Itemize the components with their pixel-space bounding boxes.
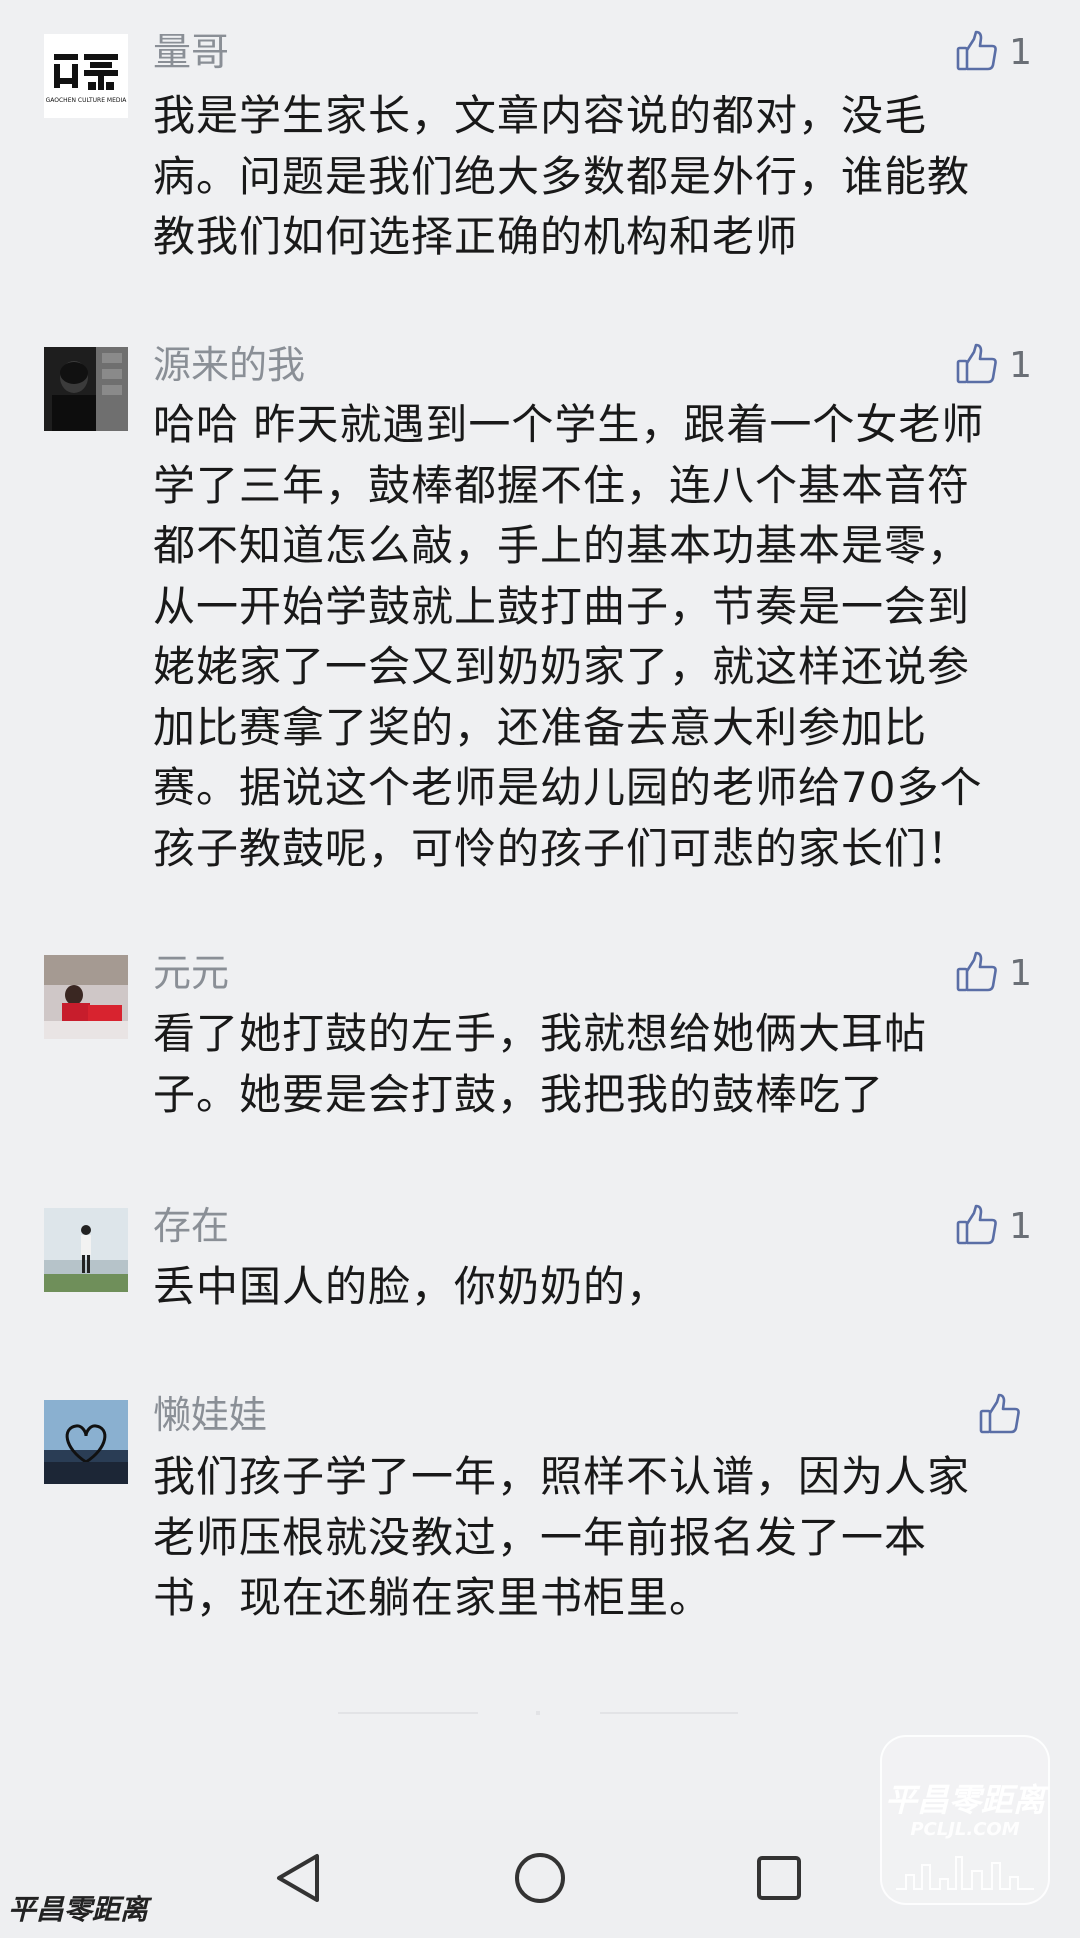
- comment-line: 加比赛拿了奖的，还准备去意大利参加比: [153, 702, 928, 752]
- comment-text: 我们孩子学了一年，照样不认谱，因为人家 老师压根就没教过，一年前报名发了一本 书…: [153, 1447, 1033, 1629]
- comment-username[interactable]: 元元: [153, 951, 229, 995]
- watermark-skyline-icon: [896, 1856, 1034, 1890]
- like-button[interactable]: 1: [955, 1203, 1032, 1251]
- recents-square-icon: [755, 1854, 803, 1906]
- back-button[interactable]: [259, 1840, 339, 1920]
- comment-line: 病。问题是我们绝大多数都是外行，谁能教: [153, 151, 971, 201]
- home-circle-icon: [512, 1850, 568, 1910]
- like-button[interactable]: [978, 1392, 1032, 1440]
- watermark-logo: 平昌零距离 PCLJL.COM: [880, 1735, 1050, 1905]
- comment-line: 姥姥家了一会又到奶奶家了，就这样还说参: [153, 642, 971, 691]
- comment-line: 子。她要是会打鼓，我把我的鼓棒吃了: [153, 1069, 885, 1119]
- comment-line: 都不知道怎么敲，手上的基本功基本是零，: [153, 521, 971, 570]
- avatar-logo-text: GAOCHEN CULTURE MEDIA: [46, 97, 128, 104]
- comment-line: 赛。据说这个老师是幼儿园的老师给70多个: [153, 763, 983, 812]
- comment-line: 我们孩子学了一年，照样不认谱，因为人家: [153, 1452, 971, 1501]
- avatar[interactable]: GAOCHEN CULTURE MEDIA: [44, 34, 128, 118]
- comment-line: 孩子教鼓呢，可怜的孩子们可悲的家长们！: [153, 823, 971, 873]
- comment-line: 从一开始学鼓就上鼓打曲子，节奏是一会到: [153, 581, 971, 631]
- comment-line: 书，现在还躺在家里书柜里。: [153, 1573, 713, 1622]
- comment-username[interactable]: 懒娃娃: [153, 1393, 267, 1437]
- avatar[interactable]: [44, 955, 128, 1039]
- thumbs-up-icon: [955, 29, 999, 77]
- comment-username[interactable]: 源来的我: [153, 343, 305, 387]
- like-button[interactable]: 1: [955, 342, 1032, 390]
- comment-text: 看了她打鼓的左手，我就想给她俩大耳帖 子。她要是会打鼓，我把我的鼓棒吃了: [153, 1004, 1033, 1125]
- comment-text: 我是学生家长，文章内容说的都对，没毛 病。问题是我们绝大多数都是外行，谁能教 教…: [153, 86, 1033, 268]
- comment-text: 哈哈 昨天就遇到一个学生，跟着一个女老师 学了三年，鼓棒都握不住，连八个基本音符…: [153, 395, 1033, 879]
- comment-line: 我是学生家长，文章内容说的都对，没毛: [153, 91, 928, 140]
- watermark-url: PCLJL.COM: [910, 1819, 1020, 1840]
- like-button[interactable]: 1: [955, 950, 1032, 998]
- avatar[interactable]: [44, 347, 128, 431]
- divider-line: [338, 1711, 738, 1715]
- recents-button[interactable]: [739, 1840, 819, 1920]
- comment-username[interactable]: 存在: [153, 1204, 229, 1248]
- like-count: 1: [1009, 345, 1032, 386]
- thumbs-up-icon: [955, 1203, 999, 1251]
- home-button[interactable]: [500, 1840, 580, 1920]
- like-button[interactable]: 1: [955, 29, 1032, 77]
- thumbs-up-icon: [955, 950, 999, 998]
- comment-username[interactable]: 量哥: [153, 30, 229, 74]
- watermark-corner-text: 平昌零距离: [8, 1893, 149, 1926]
- back-triangle-icon: [273, 1852, 325, 1908]
- comment-line: 看了她打鼓的左手，我就想给她俩大耳帖: [153, 1009, 928, 1058]
- like-count: 1: [1009, 1206, 1032, 1247]
- comment-line: 哈哈 昨天就遇到一个学生，跟着一个女老师: [153, 400, 985, 449]
- watermark-title: 平昌零距离: [884, 1781, 1045, 1819]
- avatar[interactable]: [44, 1208, 128, 1292]
- thumbs-up-icon: [955, 342, 999, 390]
- comment-line: 老师压根就没教过，一年前报名发了一本: [153, 1512, 928, 1562]
- comment-line: 丢中国人的脸，你奶奶的，: [153, 1262, 670, 1311]
- comment-line: 教我们如何选择正确的机构和老师: [153, 212, 799, 261]
- thumbs-up-icon: [978, 1392, 1022, 1440]
- comment-text: 丢中国人的脸，你奶奶的，: [153, 1257, 1033, 1318]
- avatar[interactable]: [44, 1400, 128, 1484]
- like-count: 1: [1009, 32, 1032, 73]
- like-count: 1: [1009, 953, 1032, 994]
- comment-line: 学了三年，鼓棒都握不住，连八个基本音符: [153, 460, 971, 510]
